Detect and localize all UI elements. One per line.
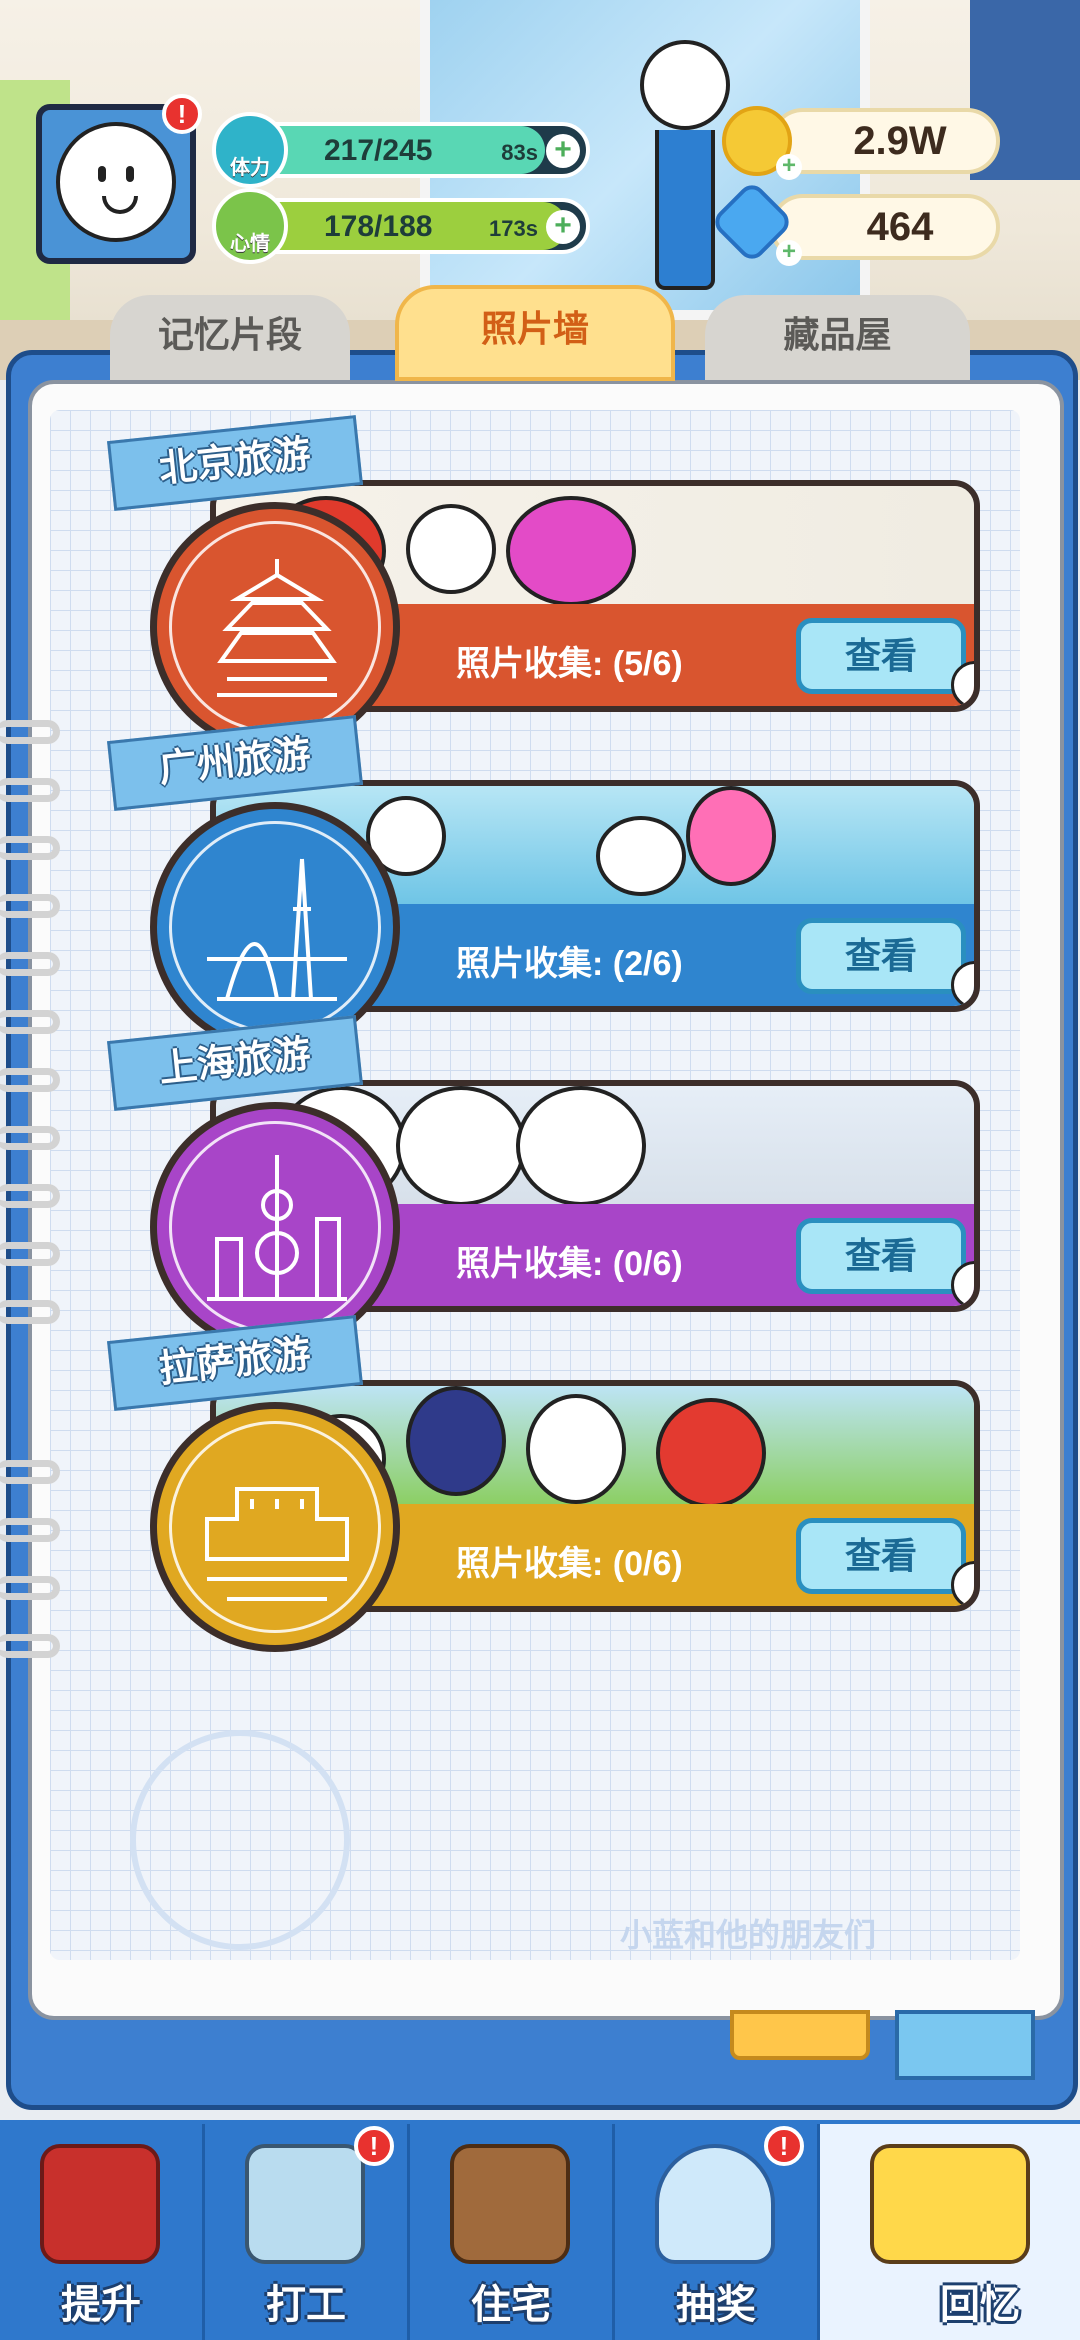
nav-label: 回忆 [940,2283,1020,2327]
tab-photo-label: 照片墙 [480,308,589,349]
album-card-guangzhou[interactable]: 照片收集: (2/6) 查看 广州旅游 [107,715,980,1052]
gem-counter[interactable]: 464 [770,194,1000,260]
coin-value: 2.9W [853,119,947,163]
spiral-ring [0,1300,60,1324]
view-button[interactable]: 查看 [796,1518,966,1594]
tab-collection-room[interactable]: 藏品屋 [705,295,970,381]
watermark-text: 小蓝和他的朋友们 [620,1917,877,1953]
spiral-ring [0,1010,60,1034]
mood-label: 心情 [230,233,270,255]
heart-icon: 心情 [212,188,288,264]
dumbbell-icon: 体力 [212,112,288,188]
spiral-ring [0,1518,60,1542]
nav-upgrade[interactable]: 提升 [0,2124,205,2340]
book-icon [40,2144,160,2264]
gem-value: 464 [866,205,934,249]
album-card-lhasa[interactable]: 照片收集: (0/6) 查看 拉萨旅游 [107,1315,980,1652]
potala-palace-icon [150,1402,400,1652]
spiral-ring [0,952,60,976]
oriental-pearl-tower-icon [150,1102,400,1352]
nav-label: 住宅 [471,2283,551,2327]
bookmark-yellow [730,2010,870,2060]
coin-counter[interactable]: 2.9W [770,108,1000,174]
stamina-timer: 83s [501,140,538,165]
camera-icon [870,2144,1030,2264]
badge-card-icon [245,2144,365,2264]
stamina-plus-icon[interactable]: + [546,134,580,168]
nav-label: 抽奖 [676,2283,756,2327]
gem-plus-icon[interactable]: + [776,240,802,266]
spiral-ring [0,1576,60,1600]
album-card-shanghai[interactable]: 照片收集: (0/6) 查看 上海旅游 [107,1015,980,1352]
tab-memory-label: 记忆片段 [157,314,302,355]
mood-plus-icon[interactable]: + [546,210,580,244]
tab-collection-label: 藏品屋 [783,314,892,355]
stamina-value: 217/245 [324,134,433,167]
spiral-ring [0,778,60,802]
avatar-alert-icon: ! [162,94,202,134]
album-progress: 照片收集: (2/6) [456,945,683,983]
bookmark-blue [895,2010,1035,2080]
room-icon [450,2144,570,2264]
spiral-ring [0,1634,60,1658]
view-button[interactable]: 查看 [796,918,966,994]
gacha-machine-icon [655,2144,775,2264]
nav-label: 打工 [266,2283,346,2327]
canton-tower-icon [150,802,400,1052]
spiral-ring [0,1460,60,1484]
work-alert-icon: ! [354,2126,394,2166]
nav-memories[interactable]: 回忆 [820,2124,1080,2340]
spiral-ring [0,1126,60,1150]
mood-value: 178/188 [324,210,433,243]
spiral-ring [0,836,60,860]
lottery-alert-icon: ! [764,2126,804,2166]
temple-of-heaven-icon [150,502,400,752]
album-card-beijing[interactable]: 照片收集: (5/6) 查看 北京旅游 [107,415,980,752]
spiral-ring [0,894,60,918]
tab-photo-wall[interactable]: 照片墙 [395,285,675,381]
album-progress: 照片收集: (0/6) [456,1545,683,1583]
watermark-face-icon [130,1730,350,1950]
background-character [640,40,740,300]
album-progress: 照片收集: (0/6) [456,1245,683,1283]
nav-label: 提升 [61,2283,141,2327]
view-button[interactable]: 查看 [796,618,966,694]
spiral-ring [0,1242,60,1266]
spiral-ring [0,1184,60,1208]
nav-residence[interactable]: 住宅 [410,2124,615,2340]
coin-plus-icon[interactable]: + [776,154,802,180]
album-progress: 照片收集: (5/6) [456,645,683,683]
view-button[interactable]: 查看 [796,1218,966,1294]
mood-timer: 173s [489,216,538,241]
tab-memory-fragments[interactable]: 记忆片段 [110,295,350,381]
stamina-label: 体力 [230,157,270,179]
spiral-ring [0,720,60,744]
spiral-ring [0,1068,60,1092]
